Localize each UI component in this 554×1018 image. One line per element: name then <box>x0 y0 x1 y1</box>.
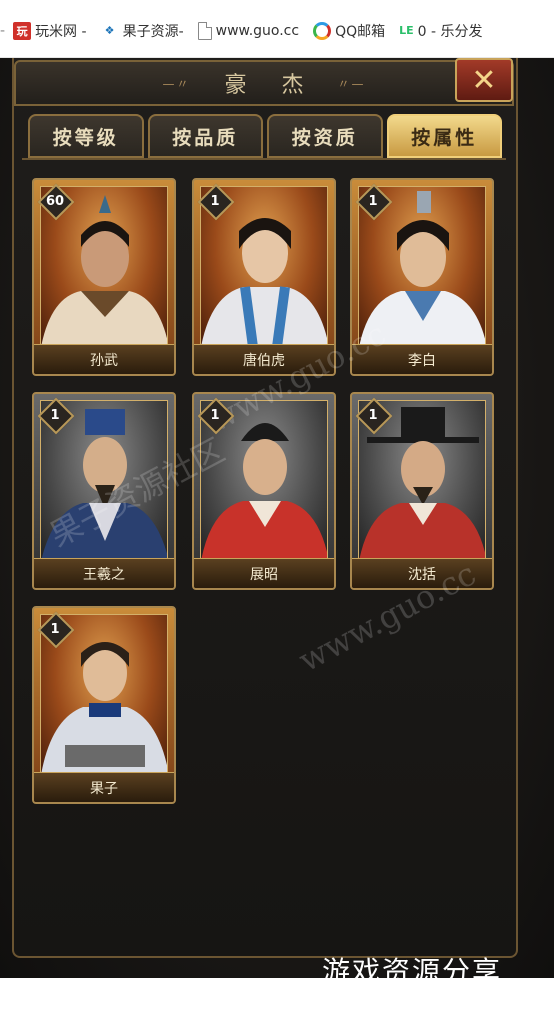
close-icon: ✕ <box>471 62 497 98</box>
bookmarks-bar: - 玩 玩米网 - ❖ 果子资源- www.guo.cc QQ邮箱 LE 0 -… <box>0 0 554 58</box>
bookmark-label: 0 - 乐分发 <box>417 23 483 40</box>
tab-sort-aptitude[interactable]: 按资质 <box>267 114 383 158</box>
bookmark-le[interactable]: LE 0 - 乐分发 <box>399 21 482 41</box>
bookmark-qq-mail[interactable]: QQ邮箱 <box>313 21 385 41</box>
hero-name: 李白 <box>352 344 492 374</box>
brand-slogan: 游戏资源分享 <box>322 955 503 988</box>
hero-card-sunwu[interactable]: 60 孙武 <box>32 178 176 376</box>
bookmark-label: QQ邮箱 <box>335 23 386 40</box>
le-icon: LE <box>399 24 414 37</box>
hero-name: 展昭 <box>194 558 334 588</box>
hero-name: 王羲之 <box>34 558 174 588</box>
hero-name: 孙武 <box>34 344 174 374</box>
hero-grid: 60 孙武 1 唐伯虎 1 李白 1 王羲之 1 展昭 1 沈括 1 果子 <box>22 158 506 938</box>
qq-mail-icon <box>313 21 332 40</box>
hero-level-badge: 1 <box>198 184 232 218</box>
hero-level-badge: 1 <box>356 398 390 432</box>
guozi-icon: ❖ <box>104 24 115 37</box>
site-brand: 游戏资源分享 www.guo.cc <box>322 950 502 1018</box>
hero-level-badge: 1 <box>38 612 72 646</box>
panel-title: 豪 杰 <box>224 73 318 98</box>
hero-level-badge: 1 <box>198 398 232 432</box>
hero-level-badge: 1 <box>356 184 390 218</box>
bookmark-label: 玩米网 - <box>35 23 87 40</box>
sort-tabs: 按等级 按品质 按资质 按属性 <box>28 114 502 158</box>
bookmark-guozi[interactable]: ❖ 果子资源- <box>101 21 184 41</box>
panel-titlebar: —〃 豪 杰 〃— <box>14 60 514 106</box>
hero-name: 果子 <box>34 772 174 802</box>
bookmark-label: 果子资源- <box>122 23 184 40</box>
game-viewport: —〃 豪 杰 〃— ✕ 按等级 按品质 按资质 按属性 60 孙武 1 唐伯虎 … <box>0 58 554 1018</box>
hero-card-zhanzhao[interactable]: 1 展昭 <box>192 392 336 590</box>
bookmark-separator: - <box>0 22 6 39</box>
bookmark-guo-site[interactable]: www.guo.cc <box>197 21 300 40</box>
tab-sort-attribute[interactable]: 按属性 <box>386 114 502 158</box>
hero-card-shenkuo[interactable]: 1 沈括 <box>350 392 494 590</box>
title-ornament-left: —〃 <box>162 76 191 91</box>
hero-level-badge: 60 <box>38 184 72 218</box>
tab-sort-level[interactable]: 按等级 <box>28 114 144 158</box>
hero-card-guozi[interactable]: 1 果子 <box>32 606 176 804</box>
bookmark-label: www.guo.cc <box>215 22 300 39</box>
close-button[interactable]: ✕ <box>455 58 513 102</box>
hero-name: 唐伯虎 <box>194 344 334 374</box>
hero-level-badge: 1 <box>38 398 72 432</box>
tab-sort-quality[interactable]: 按品质 <box>147 114 263 158</box>
brand-url: www.guo.cc <box>334 990 490 1018</box>
hero-card-wangxizhi[interactable]: 1 王羲之 <box>32 392 176 590</box>
bookmark-wanmi[interactable]: 玩 玩米网 - <box>13 21 87 41</box>
doc-icon <box>197 21 212 40</box>
hero-card-libai[interactable]: 1 李白 <box>350 178 494 376</box>
wanmi-icon: 玩 <box>13 21 32 40</box>
hero-card-tangbohu[interactable]: 1 唐伯虎 <box>192 178 336 376</box>
hero-name: 沈括 <box>352 558 492 588</box>
title-ornament-right: 〃— <box>337 76 366 91</box>
